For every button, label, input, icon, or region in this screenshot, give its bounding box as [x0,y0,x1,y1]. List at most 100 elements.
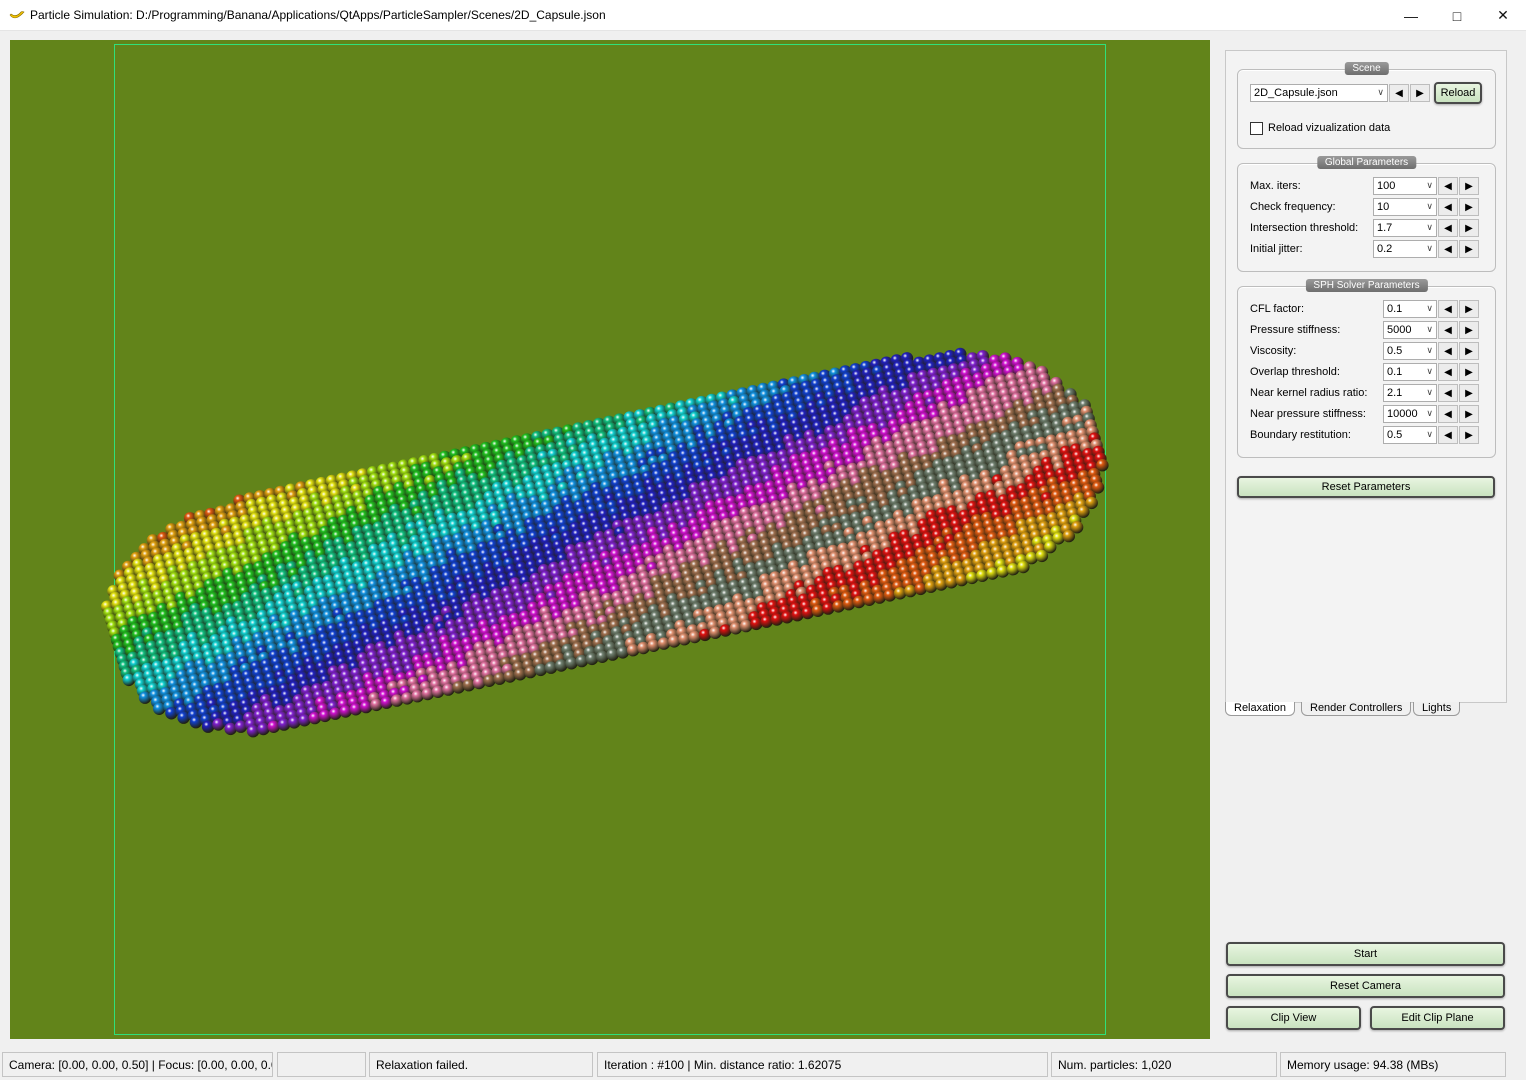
reset-camera-button[interactable]: Reset Camera [1226,974,1505,998]
sph-param-decrement-button[interactable]: ◀ [1438,300,1458,318]
particle [1070,521,1084,534]
title-bar: Particle Simulation: D:/Programming/Bana… [0,0,1526,31]
arrow-right-icon: ▶ [1465,366,1473,378]
sph-param-decrement-button[interactable]: ◀ [1438,426,1458,444]
sph-param-increment-button[interactable]: ▶ [1459,426,1479,444]
arrow-left-icon: ◀ [1444,366,1452,378]
arrow-left-icon: ◀ [1444,180,1452,192]
sph-param-combo[interactable]: 0.1 ∨ [1383,363,1437,381]
scene-group-title: Scene [1344,62,1389,75]
maximize-icon[interactable]: □ [1434,0,1480,31]
scene-group: Scene 2D_Capsule.json ∨ ◀ ▶ Reload Reloa… [1237,62,1496,149]
chevron-down-icon: ∨ [1426,429,1433,439]
scene-file-combo[interactable]: 2D_Capsule.json ∨ [1250,84,1388,102]
clip-view-button[interactable]: Clip View [1226,1006,1361,1030]
arrow-right-icon: ▶ [1465,324,1473,336]
particle [1096,459,1109,472]
sph-params-group: SPH Solver Parameters CFL factor: 0.1 ∨ … [1237,279,1496,458]
edit-clip-plane-button[interactable]: Edit Clip Plane [1370,1006,1505,1030]
sph-param-increment-button[interactable]: ▶ [1459,342,1479,360]
arrow-right-icon: ▶ [1465,387,1473,399]
sph-param-combo[interactable]: 0.1 ∨ [1383,300,1437,318]
sph-param-decrement-button[interactable]: ◀ [1438,405,1458,423]
global-params-group: Global Parameters Max. iters: 100 ∨ ◀ ▶ … [1237,156,1496,272]
arrow-right-icon: ▶ [1465,222,1473,234]
chevron-down-icon: ∨ [1426,303,1433,313]
sph-param-label: CFL factor: [1250,303,1304,315]
status-message: Relaxation failed. [369,1052,593,1077]
simulation-viewport[interactable] [10,40,1210,1039]
scene-file-value: 2D_Capsule.json [1254,87,1338,99]
sph-param-combo[interactable]: 2.1 ∨ [1383,384,1437,402]
global-param-decrement-button[interactable]: ◀ [1438,219,1458,237]
global-param-increment-button[interactable]: ▶ [1459,219,1479,237]
global-param-combo[interactable]: 100 ∨ [1373,177,1437,195]
chevron-down-icon: ∨ [1377,87,1384,97]
sph-param-combo[interactable]: 0.5 ∨ [1383,342,1437,360]
sph-param-value: 0.5 [1387,345,1403,357]
global-param-increment-button[interactable]: ▶ [1459,198,1479,216]
sph-param-decrement-button[interactable]: ◀ [1438,384,1458,402]
global-param-combo[interactable]: 10 ∨ [1373,198,1437,216]
arrow-left-icon: ◀ [1395,87,1403,99]
arrow-right-icon: ▶ [1416,87,1424,99]
arrow-left-icon: ◀ [1444,222,1452,234]
chevron-down-icon: ∨ [1426,243,1433,253]
global-param-decrement-button[interactable]: ◀ [1438,198,1458,216]
arrow-right-icon: ▶ [1465,429,1473,441]
sph-param-decrement-button[interactable]: ◀ [1438,321,1458,339]
chevron-down-icon: ∨ [1426,222,1433,232]
sph-param-decrement-button[interactable]: ◀ [1438,363,1458,381]
sph-param-increment-button[interactable]: ▶ [1459,363,1479,381]
close-icon[interactable]: ✕ [1480,0,1526,31]
status-camera: Camera: [0.00, 0.00, 0.50] | Focus: [0.0… [2,1052,273,1077]
tab-render-controllers[interactable]: Render Controllers [1301,702,1412,716]
sph-param-label: Boundary restitution: [1250,429,1351,441]
scene-prev-button[interactable]: ◀ [1389,84,1409,102]
tab-lights[interactable]: Lights [1413,702,1461,716]
global-param-increment-button[interactable]: ▶ [1459,177,1479,195]
global-param-value: 1.7 [1377,222,1393,234]
particle [1091,481,1105,494]
reload-vis-checkbox[interactable] [1250,121,1263,135]
global-param-label: Intersection threshold: [1250,222,1359,234]
sph-param-combo[interactable]: 0.5 ∨ [1383,426,1437,444]
sph-param-increment-button[interactable]: ▶ [1459,384,1479,402]
window-title: Particle Simulation: D:/Programming/Bana… [30,8,606,22]
arrow-left-icon: ◀ [1444,324,1452,336]
global-param-combo[interactable]: 1.7 ∨ [1373,219,1437,237]
arrow-left-icon: ◀ [1444,201,1452,213]
minimize-icon[interactable]: — [1388,0,1434,31]
global-param-increment-button[interactable]: ▶ [1459,240,1479,258]
sph-param-increment-button[interactable]: ▶ [1459,300,1479,318]
global-param-decrement-button[interactable]: ◀ [1438,177,1458,195]
scene-next-button[interactable]: ▶ [1410,84,1430,102]
arrow-right-icon: ▶ [1465,243,1473,255]
arrow-right-icon: ▶ [1465,201,1473,213]
chevron-down-icon: ∨ [1426,180,1433,190]
global-param-label: Max. iters: [1250,180,1301,192]
reload-button[interactable]: Reload [1434,82,1482,104]
sph-param-combo[interactable]: 5000 ∨ [1383,321,1437,339]
chevron-down-icon: ∨ [1426,408,1433,418]
sph-param-increment-button[interactable]: ▶ [1459,405,1479,423]
sph-param-decrement-button[interactable]: ◀ [1438,342,1458,360]
global-param-label: Check frequency: [1250,201,1336,213]
sph-param-increment-button[interactable]: ▶ [1459,321,1479,339]
chevron-down-icon: ∨ [1426,366,1433,376]
banana-app-icon [9,11,25,19]
sph-param-label: Viscosity: [1250,345,1297,357]
sph-param-combo[interactable]: 10000 ∨ [1383,405,1437,423]
arrow-right-icon: ▶ [1465,180,1473,192]
start-button[interactable]: Start [1226,942,1505,966]
arrow-right-icon: ▶ [1465,303,1473,315]
global-param-combo[interactable]: 0.2 ∨ [1373,240,1437,258]
sph-param-value: 0.5 [1387,429,1403,441]
sph-param-value: 0.1 [1387,366,1403,378]
particle [1085,496,1098,510]
global-param-value: 0.2 [1377,243,1393,255]
reset-parameters-button[interactable]: Reset Parameters [1237,476,1495,498]
tab-relaxation[interactable]: Relaxation [1225,702,1295,716]
global-param-decrement-button[interactable]: ◀ [1438,240,1458,258]
status-bar: Camera: [0.00, 0.00, 0.50] | Focus: [0.0… [0,1049,1526,1080]
